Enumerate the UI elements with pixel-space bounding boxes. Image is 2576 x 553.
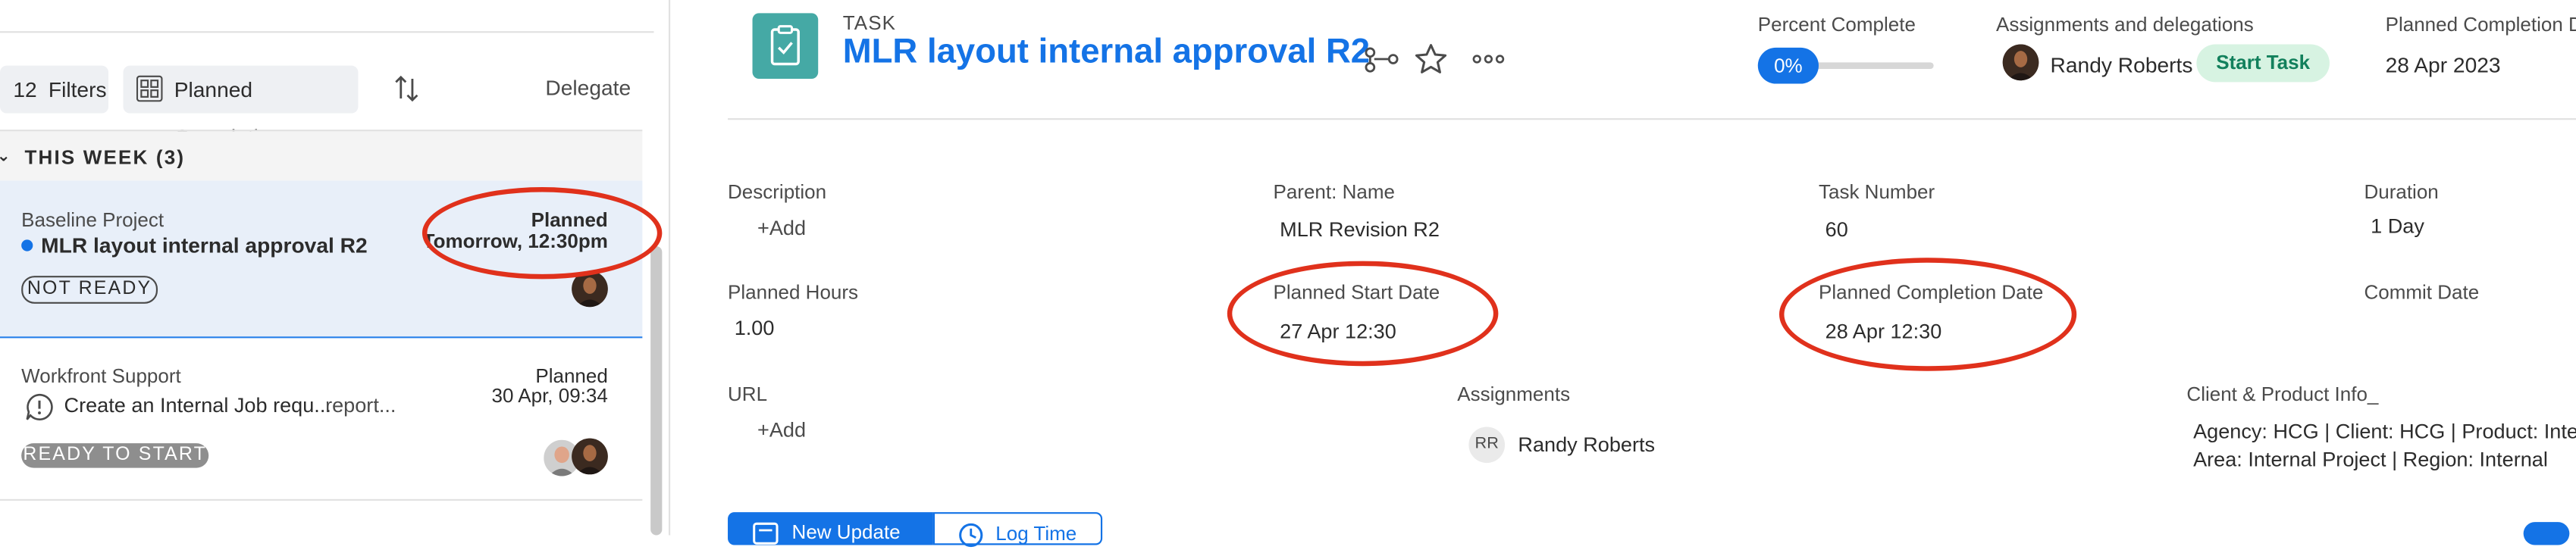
planned-completion-header-value[interactable]: 28 Apr 2023 [2386, 52, 2501, 77]
filters-button[interactable]: 12 Filters [0, 65, 109, 114]
filters-label: Filters [48, 77, 107, 102]
description-label: Description [728, 180, 827, 204]
clock-icon [959, 523, 983, 548]
assignments-label: Assignments and delegations [1996, 13, 2254, 36]
status-badge: NOT READY [21, 276, 158, 304]
commit-date-label: Commit Date [2364, 280, 2480, 304]
planned-hours-value[interactable]: 1.00 [735, 317, 775, 339]
week-section-title: THIS WEEK (3) [24, 145, 186, 170]
list-scrollbar[interactable] [650, 246, 663, 536]
start-task-button[interactable]: Start Task [2196, 44, 2330, 83]
task-card[interactable]: Workfront Support Create an Internal Job… [0, 338, 643, 501]
comment-icon [753, 522, 779, 545]
client-product-info-line2[interactable]: Area: Internal Project | Region: Interna… [2193, 448, 2548, 471]
annotation-circle [1227, 261, 1499, 367]
duration-value[interactable]: 1 Day [2371, 215, 2424, 238]
task-number-label: Task Number [1818, 180, 1935, 204]
assignee-initials-avatar: RR [1468, 426, 1506, 464]
task-number-value[interactable]: 60 [1825, 218, 1848, 241]
planned-hours-label: Planned Hours [728, 280, 859, 304]
avatar[interactable] [572, 438, 608, 475]
task-card-title-suffix: report... [325, 394, 396, 417]
clipboard-check-icon [770, 25, 800, 66]
url-add-link[interactable]: +Add [757, 419, 806, 442]
description-add-link[interactable]: +Add [757, 217, 806, 239]
annotation-circle [421, 187, 663, 280]
percent-complete-label: Percent Complete [1757, 13, 1916, 36]
planned-completion-header-label: Planned Completion D [2385, 13, 2576, 36]
log-time-label: Log Time [995, 522, 1077, 545]
toggle-switch[interactable] [2523, 522, 2570, 545]
divider [728, 118, 2576, 120]
user-photo-icon [2002, 44, 2039, 81]
task-type-icon [752, 13, 819, 80]
sort-order-icon[interactable] [394, 74, 421, 104]
user-photo-icon [572, 438, 608, 475]
new-update-label: New Update [791, 520, 901, 544]
task-list-panel: 12 Filters Planned Completion Delegate ⌄ … [0, 0, 671, 536]
more-options-icon[interactable] [1471, 42, 1507, 75]
avatar[interactable] [2002, 44, 2039, 81]
task-card-title: MLR layout internal approval R2 [41, 233, 368, 258]
parent-name-value[interactable]: MLR Revision R2 [1280, 218, 1440, 241]
week-section-header[interactable]: ⌄ THIS WEEK (3) [0, 131, 643, 183]
divider [0, 31, 654, 33]
client-product-info-label: Client & Product Info_ [2186, 382, 2379, 406]
delegate-button[interactable]: Delegate [545, 76, 631, 101]
hierarchy-icon[interactable] [1364, 42, 1400, 75]
sort-planned-completion-button[interactable]: Planned Completion [123, 65, 359, 149]
duration-label: Duration [2364, 180, 2439, 204]
percent-complete-value[interactable]: 0% [1757, 47, 1819, 84]
assignee-name[interactable]: Randy Roberts [2051, 52, 2193, 77]
status-badge: READY TO START [21, 443, 209, 468]
percent-complete-track [1807, 62, 1934, 70]
task-card-title: Create an Internal Job requ... [64, 394, 331, 417]
assignments-field-value[interactable]: Randy Roberts [1518, 433, 1655, 456]
url-label: URL [728, 382, 768, 406]
grid-icon [136, 75, 163, 102]
log-time-button[interactable]: Log Time [932, 512, 1103, 548]
star-icon[interactable] [1413, 42, 1449, 75]
task-card-project: Workfront Support [21, 364, 181, 388]
unread-dot [21, 239, 33, 252]
page-title[interactable]: MLR layout internal approval R2 [843, 33, 1370, 72]
new-update-button[interactable]: New Update [728, 512, 933, 545]
client-product-info-line1[interactable]: Agency: HCG | Client: HCG | Product: Int… [2193, 420, 2576, 443]
assignments-field-label: Assignments [1457, 382, 1571, 406]
chevron-down-icon: ⌄ [0, 131, 12, 183]
filters-count: 12 [13, 77, 37, 102]
parent-name-label: Parent: Name [1273, 180, 1395, 204]
task-type-label: TASK [842, 11, 897, 35]
task-card-project: Baseline Project [21, 208, 165, 232]
task-card-date-value: 30 Apr, 09:34 [491, 384, 608, 408]
annotation-circle [1778, 258, 2077, 371]
message-alert-icon [26, 393, 53, 420]
